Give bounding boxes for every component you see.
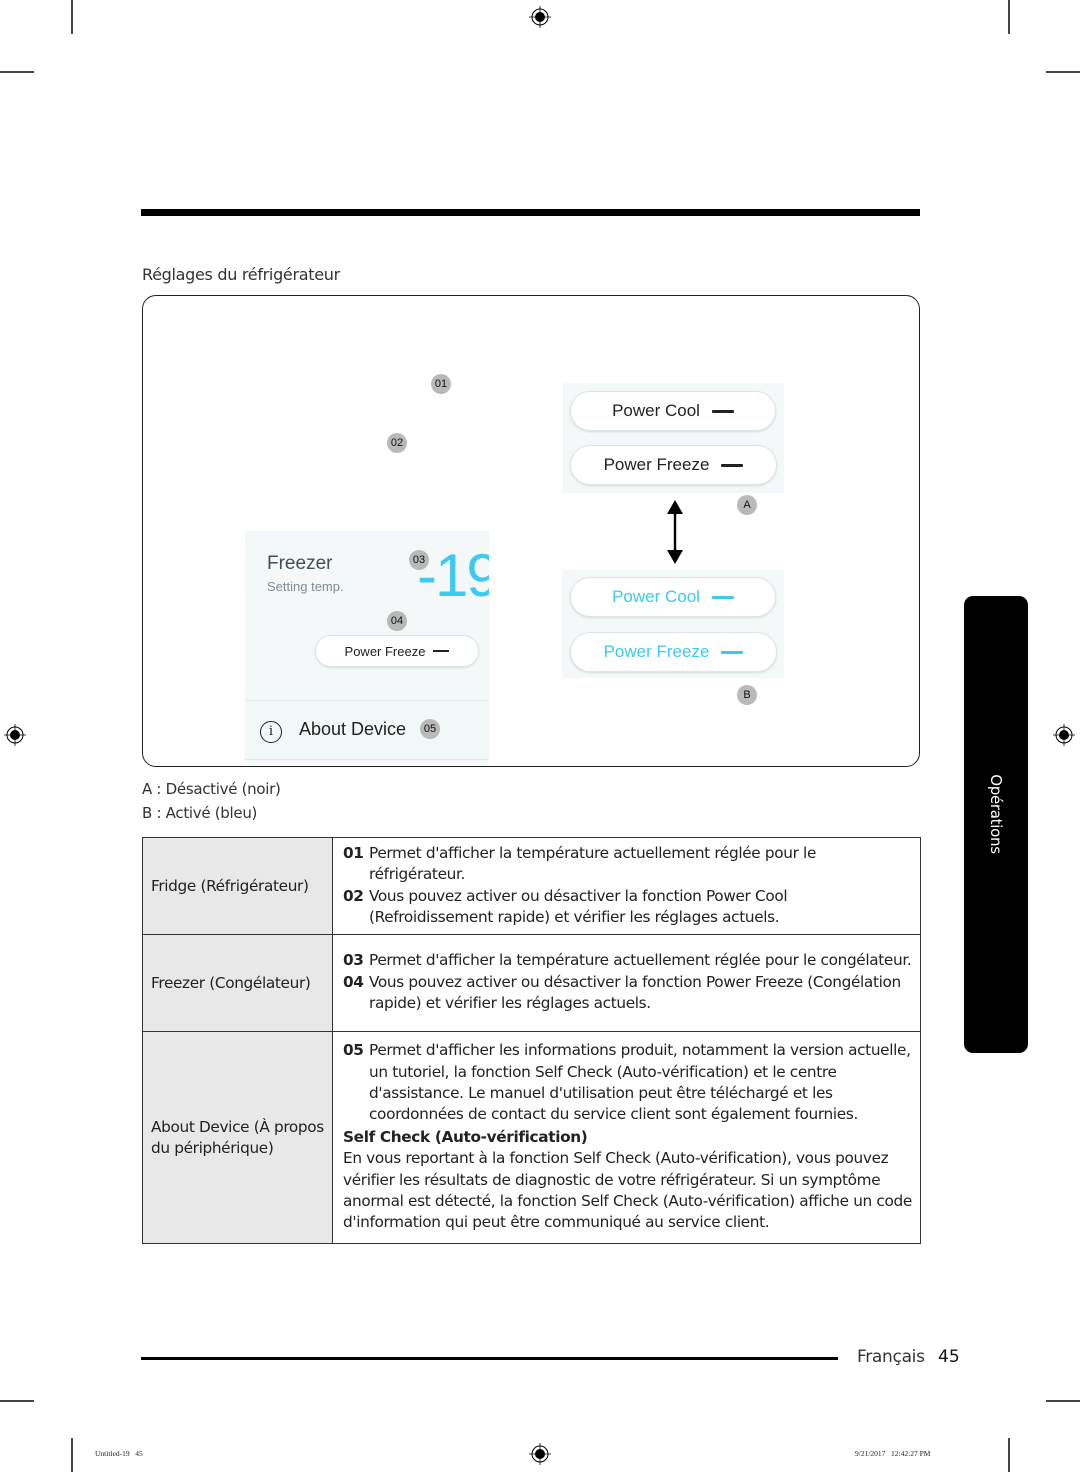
item-text: Vous pouvez activer ou désactiver la fon… xyxy=(369,886,788,926)
power-cool-button-on[interactable]: Power Cool xyxy=(570,577,776,617)
chapter-tab-label: Opérations xyxy=(987,774,1005,854)
list-item: 01 Permet d'afficher la température actue… xyxy=(343,843,912,886)
row-header: Freezer (Congélateur) xyxy=(142,934,333,1032)
power-cool-label: Power Cool xyxy=(612,587,700,606)
item-number: 04 xyxy=(343,972,364,991)
dash-icon xyxy=(711,409,734,413)
table-row: Freezer (Congélateur) 03 Permet d'affiche… xyxy=(142,934,921,1032)
table-row: Fridge (Réfrigérateur) 01 Permet d'affich… xyxy=(142,837,921,935)
registration-mark-icon xyxy=(529,6,551,28)
callout-a: A xyxy=(737,495,757,515)
crop-mark xyxy=(0,1400,34,1402)
item-text: Permet d'afficher la température actuell… xyxy=(369,951,912,970)
print-timestamp: 9/21/2017 12:42:27 PM xyxy=(855,1449,931,1458)
legend-a: A : Désactivé (noir) xyxy=(142,780,281,798)
crop-mark xyxy=(1008,1438,1010,1472)
print-file-info: Untitled-19 45 xyxy=(95,1449,143,1458)
row-header: Fridge (Réfrigérateur) xyxy=(142,837,333,935)
info-icon: i xyxy=(260,721,282,743)
item-text: Permet d'afficher la température actuell… xyxy=(369,843,817,884)
row-header: About Device (À propos du périphérique) xyxy=(142,1031,333,1244)
item-number: 01 xyxy=(343,843,364,862)
callout-b: B xyxy=(737,685,757,705)
callout-04: 04 xyxy=(387,611,407,631)
callout-05: 05 xyxy=(420,719,440,739)
item-text: Permet d'afficher les informations produ… xyxy=(369,1041,911,1124)
chapter-tab: Opérations xyxy=(964,596,1028,1053)
footer-language: Français xyxy=(857,1347,925,1367)
item-text: Vous pouvez activer ou désactiver la fon… xyxy=(369,972,901,1013)
dash-icon xyxy=(721,463,744,467)
list-item: 03 Permet d'afficher la température actue… xyxy=(343,950,912,971)
description-table: Fridge (Réfrigérateur) 01 Permet d'affich… xyxy=(142,837,921,1244)
row-body: 01 Permet d'afficher la température actue… xyxy=(332,837,921,935)
crop-mark xyxy=(71,0,73,34)
about-device-row[interactable]: i About Device xyxy=(245,700,489,760)
callout-02: 02 xyxy=(387,433,407,453)
dash-icon xyxy=(721,650,744,654)
self-check-paragraph: En vous reportant à la fonction Self Che… xyxy=(343,1149,912,1232)
item-number: 03 xyxy=(343,951,364,970)
table-row: About Device (À propos du périphérique) … xyxy=(142,1031,921,1244)
power-freeze-label: Power Freeze xyxy=(603,642,710,661)
list-item: 02 Vous pouvez activer ou désactiver la f… xyxy=(343,886,912,929)
freezer-card: Freezer Setting temp. -19 Power Freeze i… xyxy=(245,531,489,763)
row-body: 05 Permet d'afficher les informations pro… xyxy=(332,1031,921,1244)
power-cool-button-off[interactable]: Power Cool xyxy=(570,391,776,431)
registration-mark-icon xyxy=(529,1443,551,1465)
registration-mark-icon xyxy=(1053,724,1075,746)
self-check-heading: Self Check (Auto-vérification) xyxy=(343,1127,588,1146)
registration-mark-icon xyxy=(4,724,26,746)
crop-mark xyxy=(1046,1400,1080,1402)
freezer-temperature: -19 xyxy=(417,542,489,609)
row-body: 03 Permet d'afficher la température actue… xyxy=(332,934,921,1032)
power-freeze-button-off[interactable]: Power Freeze xyxy=(570,445,777,485)
crop-mark xyxy=(71,1438,73,1472)
crop-mark xyxy=(1046,71,1080,73)
list-item: 04 Vous pouvez activer ou désactiver la f… xyxy=(343,972,912,1015)
dash-icon xyxy=(433,650,450,652)
callout-01: 01 xyxy=(431,374,451,394)
power-freeze-label: Power Freeze xyxy=(344,643,426,659)
footer-rule xyxy=(141,1357,838,1360)
callout-03: 03 xyxy=(409,550,429,570)
power-freeze-button[interactable]: Power Freeze xyxy=(315,635,479,667)
power-freeze-label: Power Freeze xyxy=(603,455,710,474)
crop-mark xyxy=(1008,0,1010,34)
power-freeze-button-on[interactable]: Power Freeze xyxy=(570,632,777,672)
item-number: 05 xyxy=(343,1041,364,1060)
page-number: 45 xyxy=(938,1347,960,1367)
setting-temp-label: Setting temp. xyxy=(267,579,344,594)
double-arrow-icon xyxy=(667,500,683,564)
legend: A : Désactivé (noir) B : Activé (bleu) xyxy=(142,777,281,825)
legend-b: B : Activé (bleu) xyxy=(142,804,258,822)
freezer-title: Freezer xyxy=(267,553,333,574)
item-number: 02 xyxy=(343,886,364,905)
header-rule xyxy=(141,209,920,216)
about-device-label: About Device xyxy=(299,719,407,739)
crop-mark xyxy=(0,71,34,73)
section-title: Réglages du réfrigérateur xyxy=(142,265,340,284)
list-item: 05 Permet d'afficher les informations pro… xyxy=(343,1040,912,1126)
power-cool-label: Power Cool xyxy=(612,401,700,420)
dash-icon xyxy=(711,595,734,599)
